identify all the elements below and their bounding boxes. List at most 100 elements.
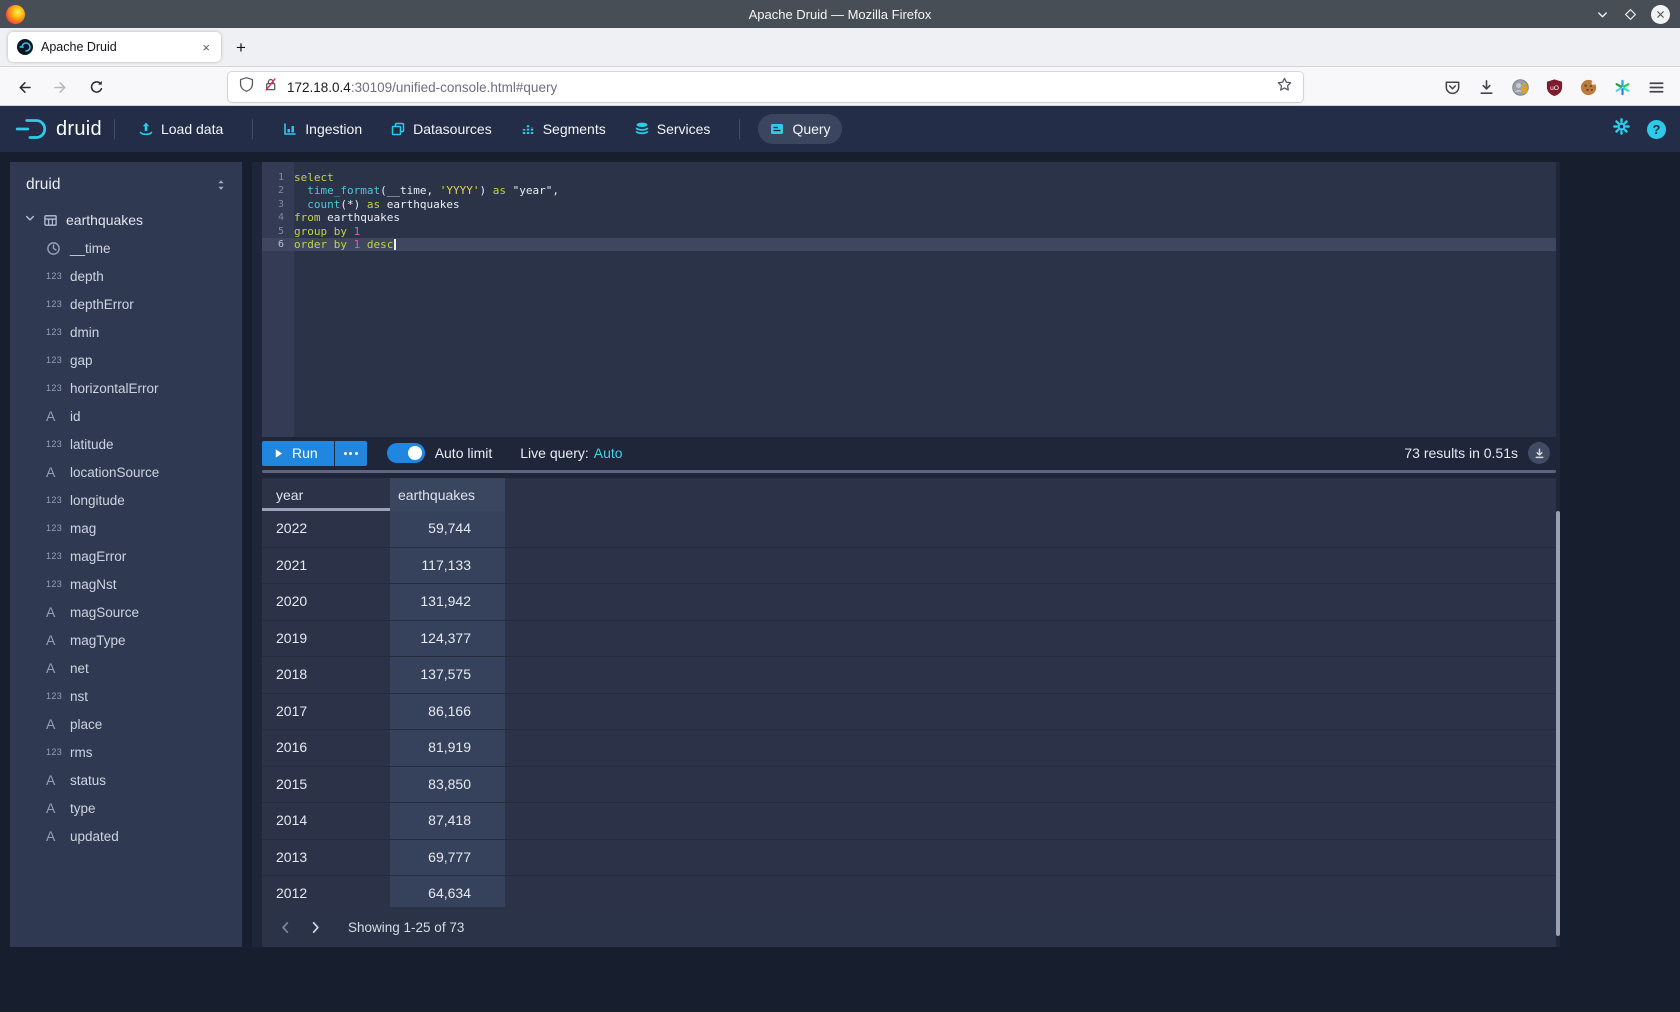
column-name: magSource (70, 605, 139, 620)
sidebar-column-gap[interactable]: 123gap (10, 346, 242, 374)
sidebar-column-magError[interactable]: 123magError (10, 542, 242, 570)
sidebar-column-mag[interactable]: 123mag (10, 514, 242, 542)
cell-year[interactable]: 2022 (262, 511, 390, 547)
number-column-icon: 123 (46, 523, 70, 533)
window-close-icon[interactable] (1651, 5, 1670, 24)
sidebar-column-status[interactable]: Astatus (10, 766, 242, 794)
download-results-icon[interactable] (1528, 442, 1550, 464)
code-line: 3 count(*) as earthquakes (262, 198, 1556, 211)
sidebar-column-dmin[interactable]: 123dmin (10, 318, 242, 346)
reload-button[interactable] (82, 73, 110, 101)
sidebar-column-magType[interactable]: AmagType (10, 626, 242, 654)
sidebar-column-depth[interactable]: 123depth (10, 262, 242, 290)
cell-year[interactable]: 2019 (262, 621, 390, 657)
cell-year[interactable]: 2015 (262, 767, 390, 803)
previous-page-icon[interactable] (272, 914, 298, 940)
tab-close-icon[interactable]: × (200, 40, 212, 55)
sidebar-column-type[interactable]: Atype (10, 794, 242, 822)
cell-year[interactable]: 2017 (262, 694, 390, 730)
cell-earthquakes[interactable]: 59,744 (390, 511, 505, 547)
cell-year[interactable]: 2014 (262, 803, 390, 839)
nav-item-datasources[interactable]: Datasources (379, 114, 503, 144)
sidebar-column-place[interactable]: Aplace (10, 710, 242, 738)
cell-earthquakes[interactable]: 83,850 (390, 767, 505, 803)
cell-earthquakes[interactable]: 117,133 (390, 548, 505, 584)
cell-earthquakes[interactable]: 124,377 (390, 621, 505, 657)
column-name: dmin (70, 325, 99, 340)
run-more-options-button[interactable] (335, 441, 367, 466)
datasources-icon (390, 121, 406, 137)
string-column-icon: A (46, 716, 70, 732)
live-query-value[interactable]: Auto (594, 445, 623, 461)
nav-item-services[interactable]: Services (623, 114, 722, 144)
column-name: updated (70, 829, 119, 844)
cell-year[interactable]: 2016 (262, 730, 390, 766)
sidebar-column-locationSource[interactable]: AlocationSource (10, 458, 242, 486)
cookie-extension-icon[interactable] (1579, 78, 1598, 97)
sidebar-column-net[interactable]: Anet (10, 654, 242, 682)
window-minimize-icon[interactable] (1595, 7, 1610, 22)
help-icon[interactable]: ? (1647, 120, 1666, 139)
sql-editor[interactable]: 1select2 time_format(__time, 'YYYY') as … (262, 162, 1556, 437)
chevron-down-icon[interactable] (24, 211, 36, 229)
color-asterisk-extension-icon[interactable] (1613, 78, 1632, 97)
nav-item-query[interactable]: Query (758, 114, 841, 144)
window-title: Apache Druid — Mozilla Firefox (0, 7, 1680, 22)
cell-year[interactable]: 2018 (262, 657, 390, 693)
auto-limit-toggle[interactable] (387, 443, 425, 463)
cell-year[interactable]: 2013 (262, 840, 390, 876)
new-tab-button[interactable]: + (228, 35, 254, 61)
nav-item-segments[interactable]: Segments (509, 114, 617, 144)
settings-gear-icon[interactable] (1612, 117, 1631, 141)
nav-item-ingestion[interactable]: Ingestion (271, 114, 373, 144)
downloads-icon[interactable] (1477, 78, 1496, 97)
sidebar-column-__time[interactable]: __time (10, 234, 242, 262)
sidebar-column-nst[interactable]: 123nst (10, 682, 242, 710)
next-page-icon[interactable] (302, 914, 328, 940)
druid-logo[interactable]: druid (14, 116, 102, 142)
cell-earthquakes[interactable]: 69,777 (390, 840, 505, 876)
insecure-lock-icon[interactable] (262, 76, 279, 98)
back-button[interactable] (10, 73, 38, 101)
cell-earthquakes[interactable]: 64,634 (390, 876, 505, 907)
account-extension-icon[interactable] (1511, 78, 1530, 97)
cell-year[interactable]: 2021 (262, 548, 390, 584)
cell-earthquakes[interactable]: 86,166 (390, 694, 505, 730)
number-column-icon: 123 (46, 551, 70, 561)
sidebar-column-updated[interactable]: Aupdated (10, 822, 242, 850)
sidebar-column-id[interactable]: Aid (10, 402, 242, 430)
sidebar-column-depthError[interactable]: 123depthError (10, 290, 242, 318)
cell-earthquakes[interactable]: 87,418 (390, 803, 505, 839)
cell-year[interactable]: 2012 (262, 876, 390, 907)
url-bar[interactable]: 172.18.0.4:30109/unified-console.html#qu… (228, 72, 1303, 102)
horizontal-scrollbar[interactable] (262, 470, 1556, 473)
sidebar-column-longitude[interactable]: 123longitude (10, 486, 242, 514)
tracking-protection-shield-icon[interactable] (238, 76, 255, 98)
cell-earthquakes[interactable]: 137,575 (390, 657, 505, 693)
cell-year[interactable]: 2020 (262, 584, 390, 620)
forward-button[interactable] (46, 73, 74, 101)
column-header-year[interactable]: year (262, 478, 390, 511)
cell-earthquakes[interactable]: 81,919 (390, 730, 505, 766)
live-query-label: Live query: (520, 445, 588, 461)
sidebar-column-horizontalError[interactable]: 123horizontalError (10, 374, 242, 402)
browser-tab[interactable]: Apache Druid × (8, 32, 221, 62)
sidebar-column-magNst[interactable]: 123magNst (10, 570, 242, 598)
sidebar-column-latitude[interactable]: 123latitude (10, 430, 242, 458)
sidebar-table-earthquakes[interactable]: earthquakes (10, 206, 242, 234)
cell-earthquakes[interactable]: 131,942 (390, 584, 505, 620)
window-maximize-icon[interactable] (1623, 7, 1638, 22)
sidebar-column-rms[interactable]: 123rms (10, 738, 242, 766)
column-header-earthquakes[interactable]: earthquakes (390, 478, 505, 511)
pocket-icon[interactable] (1443, 78, 1462, 97)
run-button[interactable]: Run (262, 441, 334, 466)
vertical-scrollbar[interactable] (1556, 511, 1560, 936)
svg-text:uO: uO (1550, 84, 1559, 91)
sort-columns-icon[interactable] (214, 178, 228, 192)
hamburger-menu-icon[interactable] (1647, 78, 1666, 97)
sidebar-column-magSource[interactable]: AmagSource (10, 598, 242, 626)
ublock-origin-icon[interactable]: uO (1545, 78, 1564, 97)
nav-item-load-data[interactable]: Load data (127, 114, 234, 144)
nav-divider (739, 119, 740, 139)
bookmark-star-icon[interactable] (1276, 76, 1293, 98)
